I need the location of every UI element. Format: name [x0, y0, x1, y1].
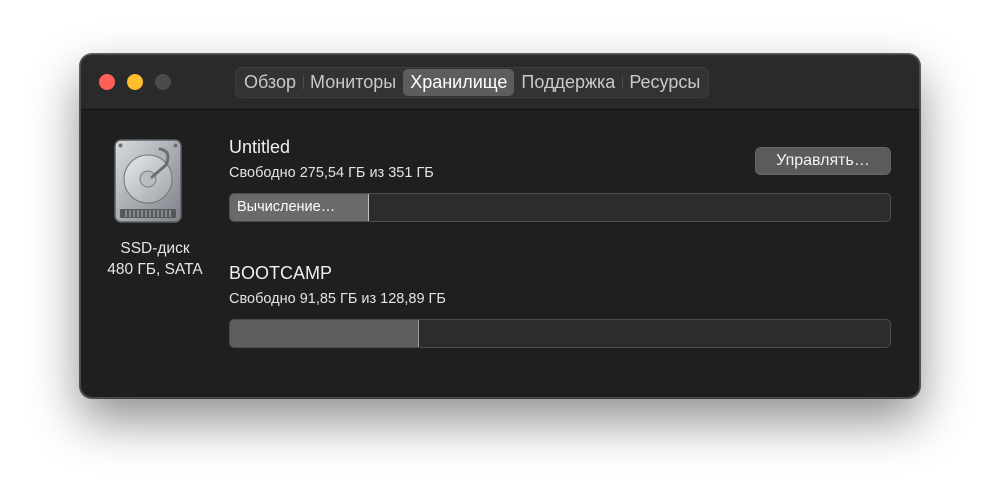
tab-bar: Обзор Мониторы Хранилище Поддержка Ресур…	[235, 67, 710, 98]
usage-fill	[230, 320, 420, 347]
volume-free-untitled: Свободно 275,54 ГБ из 351 ГБ	[229, 165, 434, 181]
minimize-button[interactable]	[127, 74, 143, 90]
manage-button[interactable]: Управлять…	[755, 147, 891, 175]
usage-bar-untitled: Вычисление…	[229, 193, 891, 222]
close-button[interactable]	[99, 74, 115, 90]
disk-spec-label: 480 ГБ, SATA	[107, 261, 203, 278]
calculating-label: Вычисление…	[237, 199, 336, 215]
storage-window: Обзор Мониторы Хранилище Поддержка Ресур…	[80, 54, 920, 398]
hard-drive-icon	[114, 139, 182, 223]
volume-name-untitled: Untitled	[229, 137, 291, 157]
title-bar: Обзор Мониторы Хранилище Поддержка Ресур…	[81, 55, 919, 110]
disk-type-label: SSD-диск	[120, 240, 190, 257]
usage-bar-bootcamp	[229, 319, 891, 348]
volume-free-bootcamp: Свободно 91,85 ГБ из 128,89 ГБ	[229, 291, 446, 307]
tab-overview[interactable]: Обзор	[237, 69, 303, 96]
tab-displays[interactable]: Мониторы	[303, 69, 403, 96]
tab-resources[interactable]: Ресурсы	[622, 69, 707, 96]
volume-name-bootcamp: BOOTCAMP	[229, 263, 333, 283]
zoom-button	[155, 74, 171, 90]
tab-support[interactable]: Поддержка	[514, 69, 622, 96]
tab-storage[interactable]: Хранилище	[403, 69, 515, 96]
disk-caption: SSD-диск 480 ГБ, SATA	[93, 238, 217, 280]
